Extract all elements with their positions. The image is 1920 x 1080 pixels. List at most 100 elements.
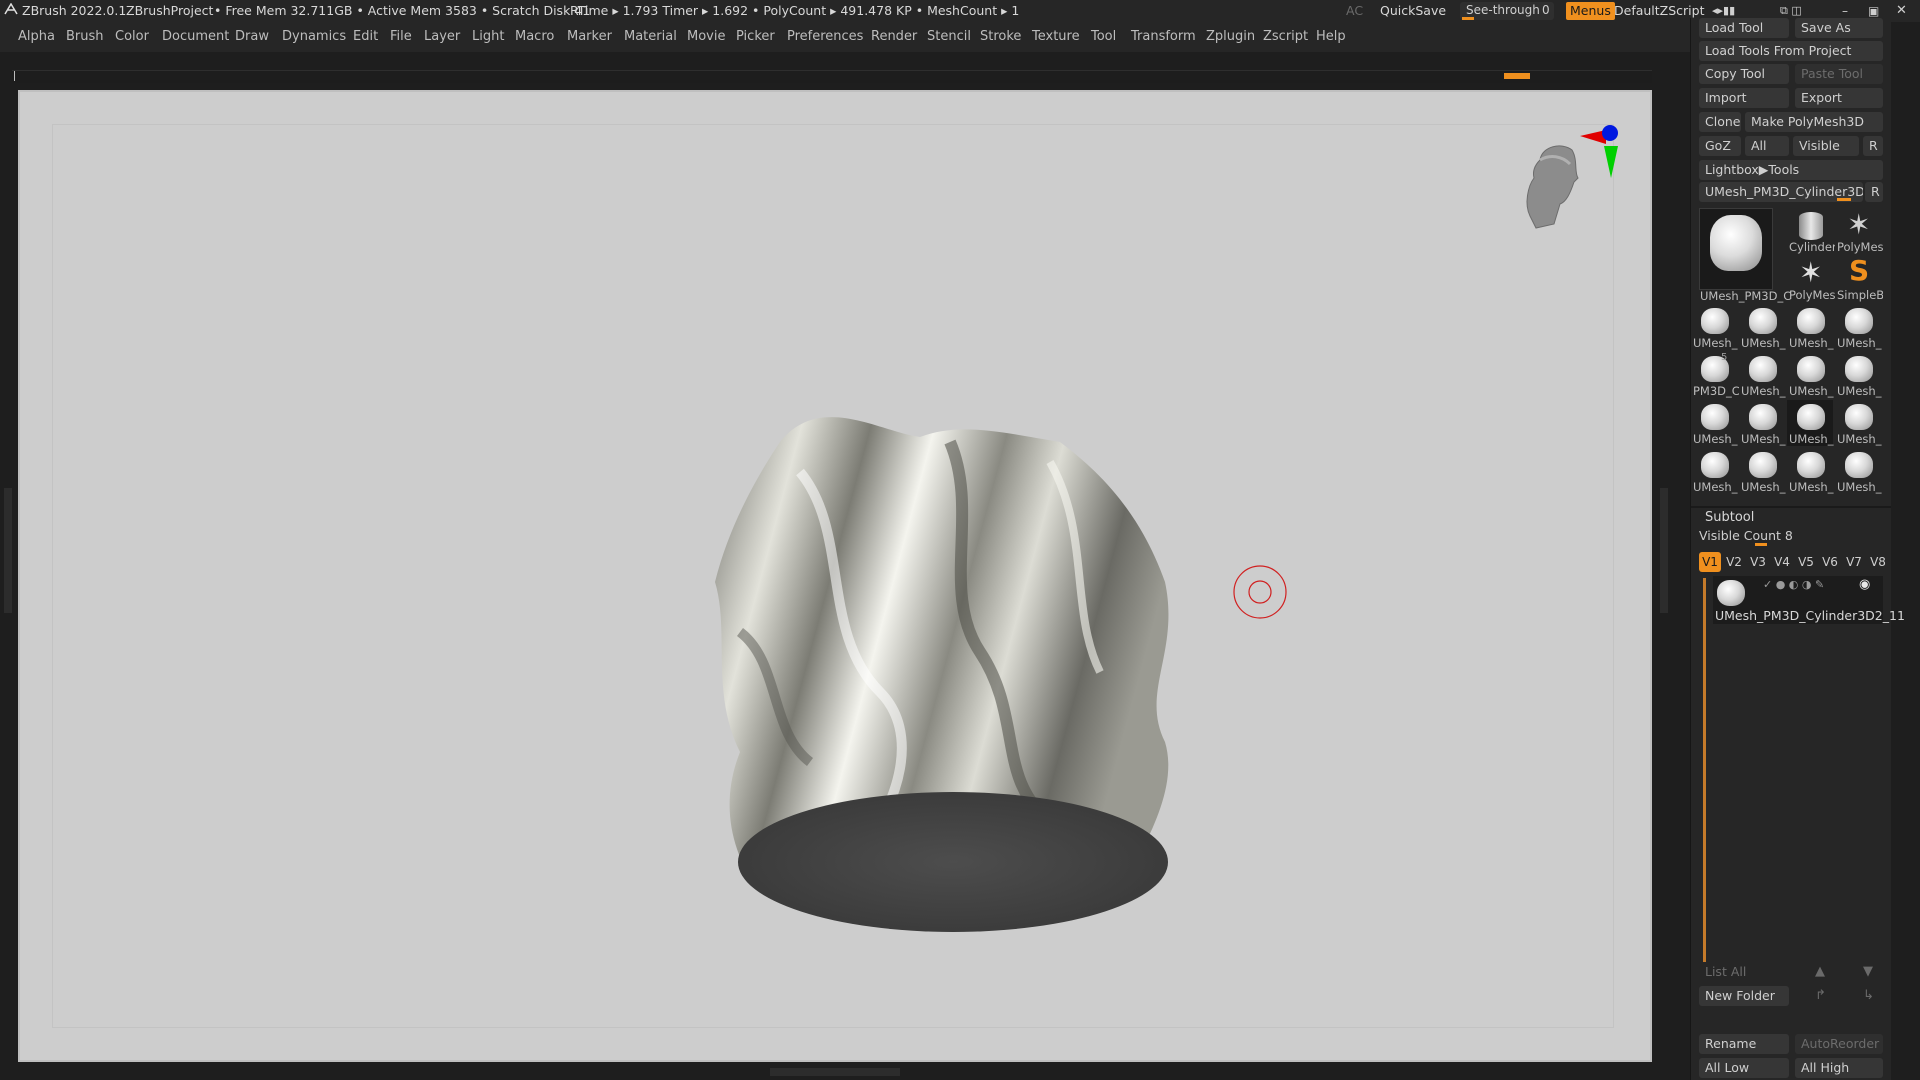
menu-tool[interactable]: Tool	[1091, 29, 1116, 44]
subtool-row-icons[interactable]: ✓ ● ◐ ◑ ✎	[1763, 578, 1824, 591]
menu-layer[interactable]: Layer	[424, 29, 460, 44]
menu-help[interactable]: Help	[1316, 29, 1346, 44]
timeline-marker[interactable]	[1504, 73, 1530, 79]
tool-grid-item[interactable]: 5 PM3D_C	[1691, 352, 1739, 398]
maximize-icon[interactable]: ▣	[1868, 4, 1879, 18]
timeline-strip[interactable]	[12, 70, 1652, 83]
tool-grid-item[interactable]: UMesh_	[1787, 448, 1833, 494]
menu-light[interactable]: Light	[472, 29, 504, 44]
move-up-icon[interactable]: ▲	[1815, 964, 1825, 979]
menu-alpha[interactable]: Alpha	[18, 29, 55, 44]
navigation-gizmo-icon[interactable]	[1510, 120, 1640, 250]
menu-render[interactable]: Render	[871, 29, 917, 44]
tool-grid-item[interactable]: UMesh_	[1835, 352, 1881, 398]
tab-v5[interactable]: V5	[1795, 552, 1817, 572]
tool-grid-item[interactable]: UMesh_	[1787, 304, 1833, 350]
menus-toggle[interactable]: Menus	[1566, 2, 1615, 20]
right-tray-handle[interactable]	[1660, 488, 1668, 613]
rename-button[interactable]: Rename	[1699, 1034, 1789, 1054]
tab-v8[interactable]: V8	[1867, 552, 1889, 572]
copy-tool-button[interactable]: Copy Tool	[1699, 64, 1789, 84]
menu-stroke[interactable]: Stroke	[980, 29, 1021, 44]
menu-zplugin[interactable]: Zplugin	[1206, 29, 1255, 44]
load-tool-button[interactable]: Load Tool	[1699, 18, 1789, 38]
save-as-button[interactable]: Save As	[1795, 18, 1883, 38]
tool-polymesh-star-2[interactable]: ✶ PolyMes	[1787, 256, 1835, 302]
menu-edit[interactable]: Edit	[353, 29, 378, 44]
left-tray-handle[interactable]	[4, 488, 12, 613]
subtool-scrollbar[interactable]	[1703, 578, 1706, 974]
clone-button[interactable]: Clone	[1699, 112, 1741, 132]
active-tool-thumbnail[interactable]: UMesh_PM3D_C	[1699, 208, 1791, 303]
tab-v6[interactable]: V6	[1819, 552, 1841, 572]
tool-grid-item[interactable]: UMesh_	[1835, 400, 1881, 446]
tool-grid-item[interactable]: UMesh_	[1787, 352, 1833, 398]
tool-grid-item[interactable]: UMesh_	[1739, 304, 1785, 350]
move-down-icon[interactable]: ▼	[1863, 964, 1873, 979]
close-icon[interactable]: ✕	[1896, 3, 1907, 18]
list-all-button[interactable]: List All	[1699, 962, 1789, 982]
tool-grid-item[interactable]: UMesh_	[1691, 448, 1737, 494]
visible-count-slider[interactable]: Visible Count 8	[1699, 528, 1883, 546]
new-folder-button[interactable]: New Folder	[1699, 986, 1789, 1006]
all-low-button[interactable]: All Low	[1699, 1058, 1789, 1078]
menu-draw[interactable]: Draw	[235, 29, 269, 44]
current-tool-r-button[interactable]: R	[1865, 182, 1883, 202]
import-button[interactable]: Import	[1699, 88, 1789, 108]
quicksave-button[interactable]: QuickSave	[1380, 3, 1446, 18]
project-name[interactable]: ZBrushProject	[126, 3, 213, 18]
tool-grid-item[interactable]: UMesh_	[1835, 304, 1881, 350]
make-polymesh3d-button[interactable]: Make PolyMesh3D	[1745, 112, 1883, 132]
folder-arrow-down-icon[interactable]: ↳	[1863, 988, 1874, 1003]
menu-texture[interactable]: Texture	[1032, 29, 1080, 44]
goz-r-button[interactable]: R	[1863, 136, 1883, 156]
autoreorder-button[interactable]: AutoReorder	[1795, 1034, 1883, 1054]
subtool-header[interactable]: Subtool	[1705, 510, 1754, 525]
goz-button[interactable]: GoZ	[1699, 136, 1741, 156]
menu-material[interactable]: Material	[624, 29, 677, 44]
goz-visible-button[interactable]: Visible	[1793, 136, 1859, 156]
lightbox-tools-button[interactable]: Lightbox▶Tools	[1699, 160, 1883, 180]
menu-zscript[interactable]: Zscript	[1263, 29, 1308, 44]
tool-grid-item[interactable]: UMesh_	[1739, 400, 1785, 446]
all-high-button[interactable]: All High	[1795, 1058, 1883, 1078]
tool-grid-item-selected[interactable]: UMesh_	[1787, 400, 1833, 446]
ac-toggle[interactable]: AC	[1346, 3, 1363, 18]
tab-v4[interactable]: V4	[1771, 552, 1793, 572]
tab-v3[interactable]: V3	[1747, 552, 1769, 572]
default-zscript[interactable]: DefaultZScript	[1614, 3, 1705, 18]
tab-v7[interactable]: V7	[1843, 552, 1865, 572]
eye-icon[interactable]: ◉	[1859, 577, 1870, 592]
tool-simple-brush[interactable]: S SimpleB	[1835, 254, 1883, 302]
bottom-tray-handle[interactable]	[770, 1068, 900, 1076]
tool-grid-item[interactable]: UMesh_	[1739, 448, 1785, 494]
window-icons[interactable]: ⧉ ◫	[1780, 4, 1802, 18]
tool-cylinder[interactable]: Cylinder	[1787, 208, 1835, 254]
tool-polymesh-star[interactable]: ✶ PolyMes	[1835, 208, 1883, 254]
menu-picker[interactable]: Picker	[736, 29, 775, 44]
menu-dynamics[interactable]: Dynamics	[282, 29, 346, 44]
current-tool-slider[interactable]: UMesh_PM3D_Cylinder3D2_1	[1699, 182, 1863, 202]
menu-marker[interactable]: Marker	[567, 29, 612, 44]
menu-transform[interactable]: Transform	[1131, 29, 1196, 44]
goz-all-button[interactable]: All	[1745, 136, 1789, 156]
paste-tool-button[interactable]: Paste Tool	[1795, 64, 1883, 84]
layout-icons[interactable]: ◂▸▮▮	[1712, 4, 1735, 17]
menu-movie[interactable]: Movie	[687, 29, 725, 44]
menu-file[interactable]: File	[390, 29, 412, 44]
see-through-slider[interactable]: See-through 0	[1460, 2, 1554, 20]
tool-grid-item[interactable]: UMesh_	[1691, 400, 1737, 446]
minimize-icon[interactable]: –	[1842, 4, 1848, 18]
tool-grid-item[interactable]: UMesh_	[1691, 304, 1737, 350]
menu-macro[interactable]: Macro	[515, 29, 554, 44]
export-button[interactable]: Export	[1795, 88, 1883, 108]
menu-preferences[interactable]: Preferences	[787, 29, 863, 44]
tool-grid-item[interactable]: UMesh_	[1835, 448, 1881, 494]
subtool-row[interactable]: ✓ ● ◐ ◑ ✎ ◉ UMesh_PM3D_Cylinder3D2_11	[1713, 576, 1905, 624]
cloth-cylinder-model[interactable]	[620, 332, 1220, 932]
menu-brush[interactable]: Brush	[66, 29, 104, 44]
viewport-canvas[interactable]	[20, 92, 1650, 1060]
tool-grid-item[interactable]: UMesh_	[1739, 352, 1785, 398]
menu-color[interactable]: Color	[115, 29, 149, 44]
load-tools-from-project-button[interactable]: Load Tools From Project	[1699, 41, 1883, 61]
